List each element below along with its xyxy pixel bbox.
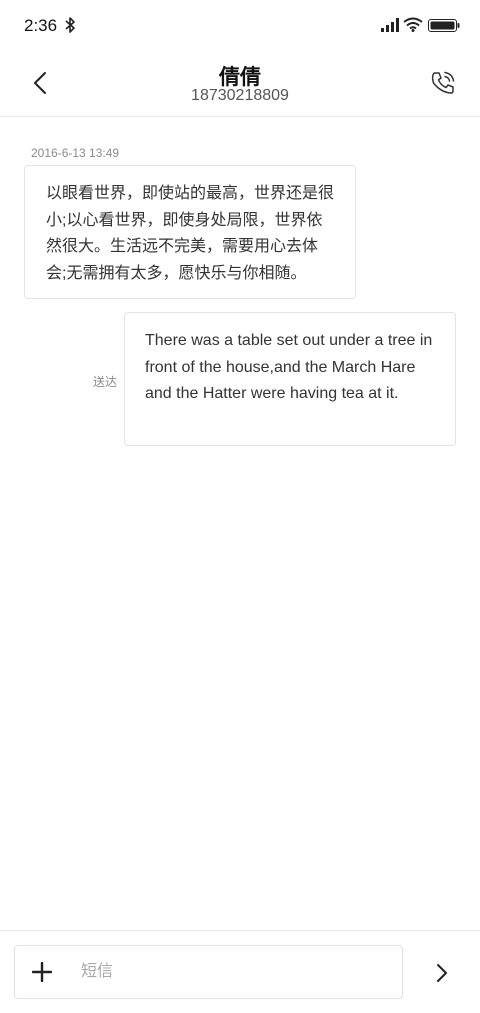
message-timestamp: 2016-6-13 13:49 [31,146,120,160]
plus-icon [32,962,52,982]
delivery-status: 送达 [93,375,118,389]
send-button[interactable] [428,959,456,987]
add-attachment-button[interactable] [29,959,55,985]
message-input[interactable] [77,954,395,990]
contact-phone-number: 18730218809 [191,87,289,104]
status-bar: 2:36 [0,0,480,52]
signal-strength-icon [381,18,399,32]
message-text: There was a table set out under a tree i… [145,332,433,402]
compose-box [14,945,403,999]
status-time: 2:36 [24,16,58,35]
battery-icon [428,19,460,32]
message-text: 以眼看世界，即使站的最高，世界还是很小;以心看世界，即使身处局限，世界依然很大。… [46,185,335,282]
bluetooth-icon [65,17,75,33]
outgoing-message-bubble[interactable]: There was a table set out under a tree i… [124,312,456,446]
phone-icon [431,71,455,94]
compose-bar [0,930,480,1013]
call-button[interactable] [428,68,458,98]
incoming-message-bubble[interactable]: 以眼看世界，即使站的最高，世界还是很小;以心看世界，即使身处局限，世界依然很大。… [24,165,356,299]
chevron-right-icon [437,964,447,982]
sms-conversation-screen: 2:36 倩倩 18730218809 2016-6-13 13:49 以眼看世… [0,0,480,1013]
conversation-header: 倩倩 18730218809 [0,52,480,117]
wifi-icon [403,17,423,32]
